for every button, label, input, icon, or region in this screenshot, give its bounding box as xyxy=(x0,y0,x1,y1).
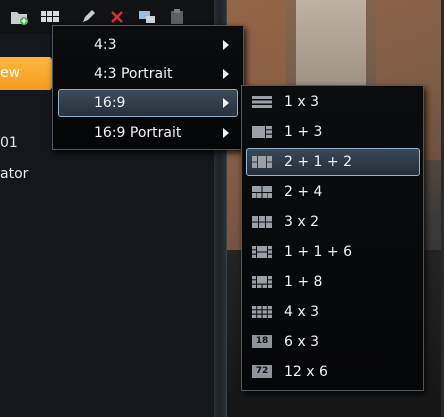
layout-item-1-1-6[interactable]: 1 + 1 + 6 xyxy=(246,238,420,266)
tree-item-label-2[interactable]: ator xyxy=(0,166,28,182)
layout-item-label: 1 + 8 xyxy=(284,274,323,290)
submenu-arrow-icon xyxy=(223,98,229,108)
layout-item-1x3[interactable]: 1 x 3 xyxy=(246,88,420,116)
layout-item-label: 3 x 2 xyxy=(284,214,319,230)
layout-item-label: 12 x 6 xyxy=(284,364,328,380)
pencil-icon[interactable] xyxy=(80,9,98,25)
menu-item-16-9-portrait[interactable]: 16:9 Portrait xyxy=(58,119,238,147)
layout-submenu: 1 x 3 1 + 3 2 + 1 + 2 2 + 4 3 x 2 1 + 1 … xyxy=(241,85,424,391)
layout-item-label: 2 + 1 + 2 xyxy=(284,154,352,170)
delete-icon[interactable] xyxy=(108,9,126,25)
submenu-arrow-icon xyxy=(223,40,229,50)
layout-item-6x3[interactable]: 18 6 x 3 xyxy=(246,328,420,356)
layout-grid-icon[interactable] xyxy=(41,9,59,25)
layout-item-1-plus-8[interactable]: 1 + 8 xyxy=(246,268,420,296)
layout-item-label: 6 x 3 xyxy=(284,334,319,350)
submenu-arrow-icon xyxy=(223,69,229,79)
new-view-label: ew xyxy=(0,65,21,81)
layout-1x3-icon xyxy=(252,96,272,108)
layout-2-plus-4-icon xyxy=(252,186,272,198)
clipboard-icon[interactable] xyxy=(168,9,186,25)
layout-1-plus-8-icon xyxy=(252,276,272,288)
menu-item-label: 4:3 Portrait xyxy=(94,66,173,82)
layout-1-1-6-icon xyxy=(252,246,272,258)
layout-item-label: 1 + 1 + 6 xyxy=(284,244,352,260)
layout-item-label: 2 + 4 xyxy=(284,184,323,200)
aspect-ratio-menu: 4:3 4:3 Portrait 16:9 16:9 Portrait xyxy=(52,25,244,150)
layout-item-label: 1 x 3 xyxy=(284,94,319,110)
layout-1-plus-3-icon xyxy=(252,126,272,138)
layout-item-label: 1 + 3 xyxy=(284,124,323,140)
layout-12x6-icon: 72 xyxy=(252,365,272,378)
menu-item-16-9[interactable]: 16:9 xyxy=(58,89,238,117)
layout-item-3x2[interactable]: 3 x 2 xyxy=(246,208,420,236)
layout-item-2-plus-4[interactable]: 2 + 4 xyxy=(246,178,420,206)
layout-3x2-icon xyxy=(252,216,272,228)
layout-item-label: 4 x 3 xyxy=(284,304,319,320)
menu-item-label: 16:9 xyxy=(94,95,126,111)
add-folder-icon[interactable] xyxy=(10,9,28,25)
menu-item-4-3-portrait[interactable]: 4:3 Portrait xyxy=(58,60,238,88)
menu-item-label: 16:9 Portrait xyxy=(94,125,182,141)
layout-item-4x3[interactable]: 4 x 3 xyxy=(246,298,420,326)
layout-item-12x6[interactable]: 72 12 x 6 xyxy=(246,358,420,386)
menu-item-label: 4:3 xyxy=(94,37,117,53)
monitor-icon[interactable] xyxy=(138,9,156,25)
new-view-tab[interactable]: ew xyxy=(0,57,52,90)
submenu-arrow-icon xyxy=(223,128,229,138)
layout-item-2-1-2[interactable]: 2 + 1 + 2 xyxy=(246,148,420,176)
layout-4x3-icon xyxy=(252,306,272,318)
menu-item-4-3[interactable]: 4:3 xyxy=(58,31,238,59)
layout-6x3-icon: 18 xyxy=(252,335,272,348)
tree-item-label-1[interactable]: 01 xyxy=(0,135,18,151)
layout-2-1-2-icon xyxy=(252,156,272,168)
layout-item-1-plus-3[interactable]: 1 + 3 xyxy=(246,118,420,146)
